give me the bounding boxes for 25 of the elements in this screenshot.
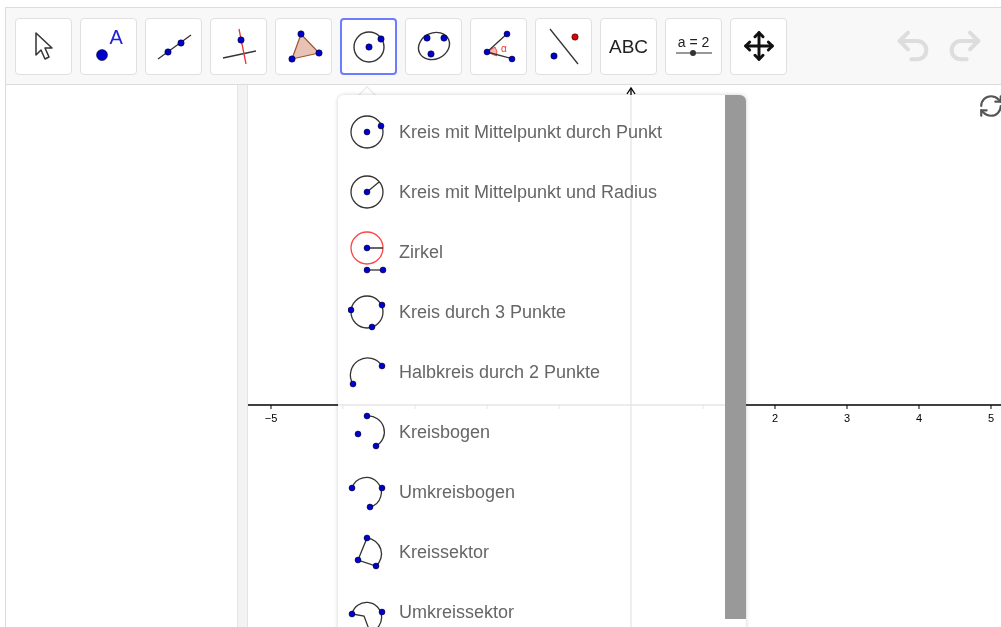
- compass-circle-icon: [348, 230, 388, 274]
- axis-label: 5: [987, 412, 995, 424]
- menu-item[interactable]: Kreis mit Mittelpunkt durch Punkt: [348, 102, 725, 162]
- tool-button[interactable]: ABC: [600, 17, 657, 75]
- axis-label: −5: [264, 412, 278, 424]
- tool-button[interactable]: a = 2: [665, 17, 722, 75]
- menu-item[interactable]: Halbkreis durch 2 Punkte: [348, 342, 725, 402]
- move-arrows-icon: [742, 30, 775, 62]
- axis-label: 4: [915, 412, 923, 424]
- menu-item[interactable]: Kreis mit Mittelpunkt und Radius: [348, 162, 725, 222]
- axis-label: 3: [843, 412, 851, 424]
- menu-item[interactable]: Kreisbogen: [348, 402, 725, 462]
- tool-button[interactable]: [340, 17, 397, 75]
- tool-button[interactable]: α: [470, 17, 527, 75]
- point-icon: [94, 48, 109, 62]
- menu-item[interactable]: Zirkel: [348, 222, 725, 282]
- refresh-icon[interactable]: [978, 93, 1001, 119]
- scrollbar-thumb[interactable]: [725, 95, 746, 619]
- menu-item[interactable]: Umkreissektor: [348, 582, 725, 627]
- tool-button[interactable]: A: [80, 17, 137, 75]
- axis-label: 2: [771, 412, 779, 424]
- slider-icon: [675, 49, 712, 57]
- menu-item[interactable]: Kreissektor: [348, 522, 725, 582]
- menu-item[interactable]: Kreis durch 3 Punkte: [348, 282, 725, 342]
- menu-item[interactable]: Umkreisbogen: [348, 462, 725, 522]
